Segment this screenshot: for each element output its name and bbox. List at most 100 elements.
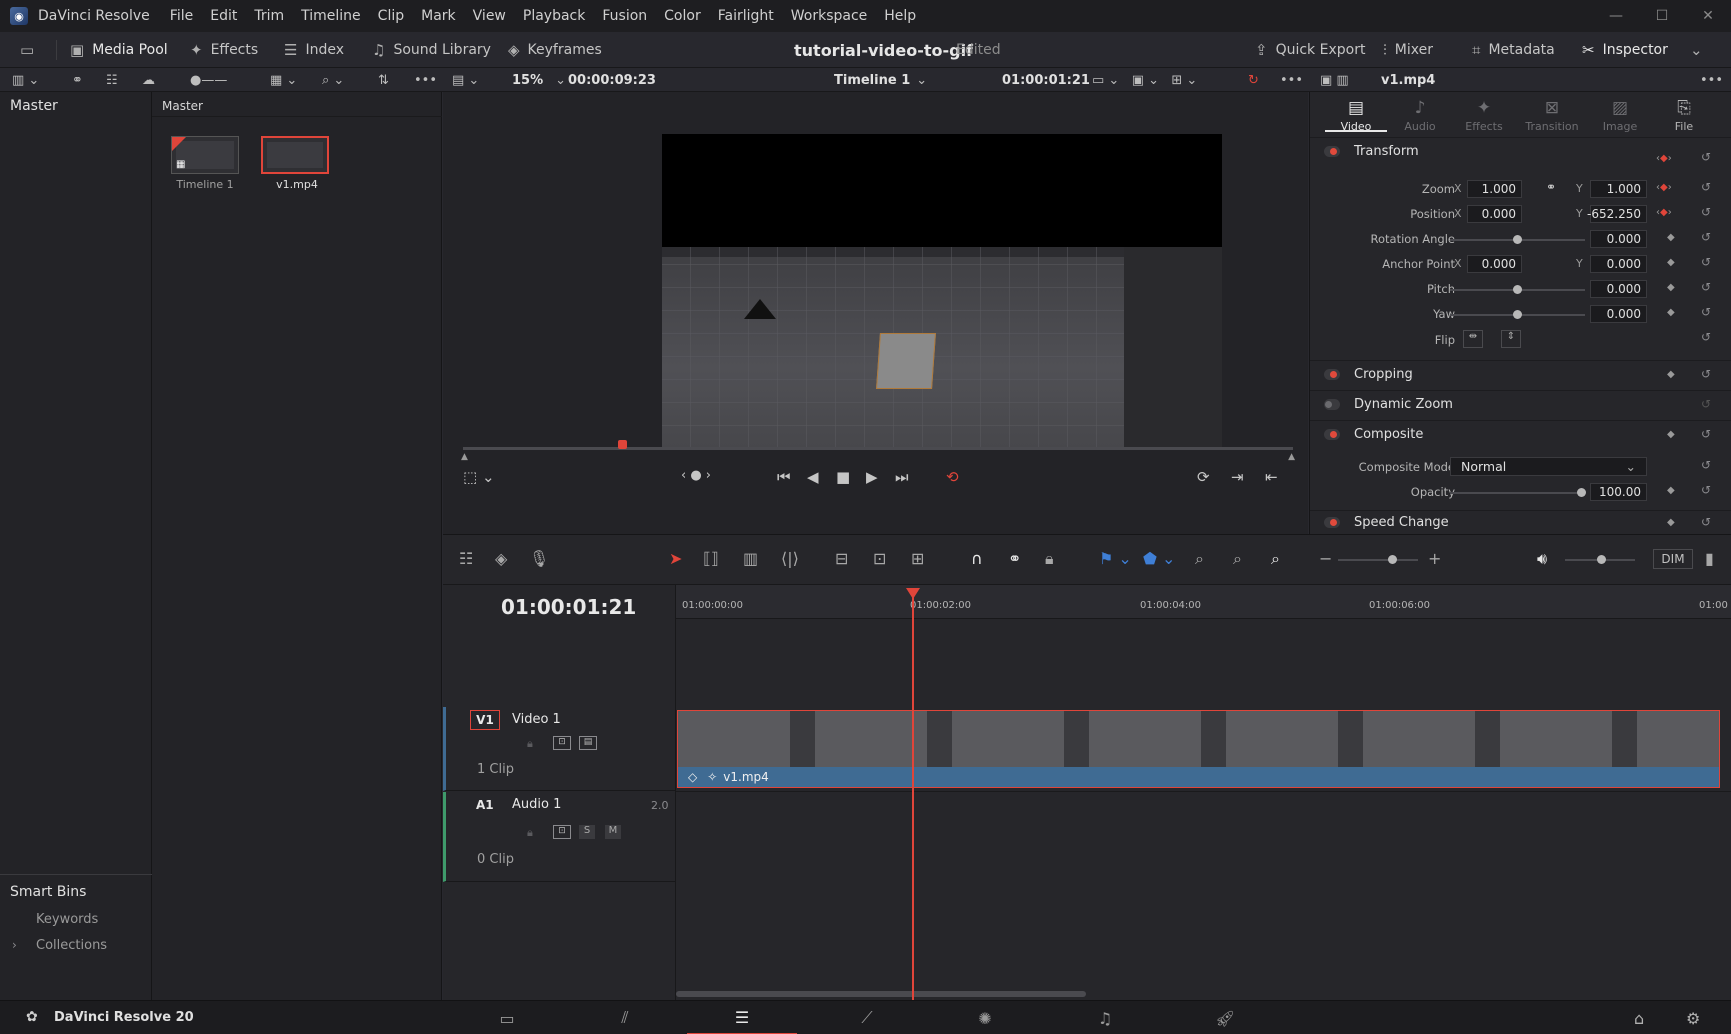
mixer-button[interactable]: ⫶ Mixer [1383,32,1433,68]
zoom-x-field[interactable]: 1.000 [1467,180,1522,198]
link-button[interactable]: ⚭ [72,68,83,92]
dynamic-trim-button[interactable]: ▥ [743,549,758,568]
zoom-custom-button[interactable]: ⌕ [1271,549,1280,569]
track-visibility-icon[interactable]: ▤ [579,736,597,750]
page-edit-button[interactable]: ☰ [687,1001,797,1034]
tab-file[interactable]: ⎘ File [1653,92,1715,133]
page-cut-button[interactable]: ⫽ [570,1001,680,1034]
replace-clip-button[interactable]: ⊞ [911,549,924,568]
auto-select-icon[interactable]: ⊡ [553,825,571,839]
bin-master[interactable]: Master [10,98,58,114]
timeline-selector[interactable]: Timeline 1 ⌄ [834,68,927,92]
track-lock-icon[interactable]: 🔒︎ [527,737,533,751]
metadata-button[interactable]: ⌗ Metadata [1472,32,1555,68]
minimize-icon[interactable]: — [1593,8,1639,24]
reset-icon[interactable]: ↺ [1701,230,1711,244]
menu-trim[interactable]: Trim [254,8,284,24]
timeline-clip[interactable]: ◇ ✧ v1.mp4 [677,710,1720,788]
tab-audio[interactable]: ♪ Audio [1389,92,1451,133]
overwrite-clip-button[interactable]: ⊡ [873,549,886,568]
reset-icon[interactable]: ↺ [1701,180,1711,194]
scrub-playhead[interactable] [618,440,627,449]
menu-fusion[interactable]: Fusion [602,8,647,24]
chevron-right-icon[interactable]: › [12,938,17,952]
keyframe-icon[interactable]: ◆ [1667,307,1675,318]
zoom-dropdown[interactable]: 15% ⌄ [512,68,566,92]
mute-button[interactable]: M [605,825,621,839]
reset-icon[interactable]: ↺ [1701,483,1711,497]
composite-enable-toggle[interactable] [1324,429,1340,440]
flag-button[interactable]: ⚑ ⌄ [1099,549,1132,568]
speed-change-enable-toggle[interactable] [1324,517,1340,528]
reset-icon[interactable]: ↺ [1701,458,1711,472]
more-options-button[interactable]: ••• [414,68,437,92]
dynamic-zoom-enable-toggle[interactable] [1324,399,1340,410]
zoom-in-button[interactable]: + [1428,549,1441,568]
solo-button[interactable]: S [579,825,595,839]
slider-knob[interactable] [1513,310,1522,319]
dim-button[interactable]: DIM [1653,549,1693,569]
cropping-enable-toggle[interactable] [1324,369,1340,380]
slider-knob[interactable] [1577,488,1586,497]
media-pool-button[interactable]: ▣ Media Pool [70,32,168,68]
safe-area-button[interactable]: ⬚ ⌄ [463,468,495,486]
effects-button[interactable]: ✦ Effects [190,32,258,68]
position-y-field[interactable]: -652.250 [1587,205,1647,223]
rotation-field[interactable]: 0.000 [1590,230,1647,248]
smart-bin-collections[interactable]: Collections [36,938,107,953]
keyframe-nav-icon[interactable]: ‹◆› [1656,207,1672,218]
clip-thumbnail[interactable] [261,136,329,174]
zoom-y-field[interactable]: 1.000 [1590,180,1647,198]
page-deliver-button[interactable]: 🚀︎ [1170,1001,1280,1034]
anchor-y-field[interactable]: 0.000 [1590,255,1647,273]
reset-icon[interactable]: ↺ [1701,367,1711,381]
keyframe-icon[interactable]: ◆ [1667,282,1675,293]
settings-gear-icon[interactable]: ⚙ [1686,1009,1700,1028]
out-point-icon[interactable]: ▲ [1288,452,1295,462]
thumbnail-size-slider[interactable]: ●—— [190,68,227,92]
reset-icon[interactable]: ↺ [1701,515,1711,529]
composite-mode-select[interactable]: Normal ⌄ [1450,457,1647,476]
go-to-start-button[interactable]: ⏮ [777,468,791,486]
timeline-zoom-slider[interactable] [1338,555,1418,564]
reset-icon[interactable]: ↺ [1701,330,1711,344]
volume-slider[interactable] [1565,555,1635,564]
menu-fairlight[interactable]: Fairlight [718,8,774,24]
prev-edit-button[interactable]: ⇤ [1265,468,1278,486]
transform-enable-toggle[interactable] [1324,146,1340,157]
menu-timeline[interactable]: Timeline [301,8,361,24]
play-button[interactable]: ▶ [866,468,878,486]
timeline-horizontal-scrollbar[interactable] [676,991,1086,997]
keyframe-nav-icon[interactable]: ‹◆› [1656,182,1672,193]
voiceover-button[interactable]: 🎙 [529,549,549,568]
layout-toggle[interactable]: ▥ ⌄ [12,68,39,92]
tab-effects[interactable]: ✦ Effects [1453,92,1515,133]
menu-edit[interactable]: Edit [210,8,237,24]
keyframe-icon[interactable]: ◆ [1667,485,1675,496]
cloud-button[interactable]: ☁ [142,68,155,92]
track-lock-icon[interactable]: 🔒︎ [527,826,533,840]
viewer-scrub-bar[interactable]: ▲ ▲ [461,440,1295,462]
inspector-button[interactable]: ✂ Inspector [1582,32,1668,68]
keyframes-button[interactable]: ◈ Keyframes [508,32,602,68]
menu-color[interactable]: Color [664,8,701,24]
comment-button[interactable]: ☷ [106,68,118,92]
menu-clip[interactable]: Clip [378,8,404,24]
reset-icon[interactable]: ↺ [1701,397,1711,411]
page-fairlight-button[interactable]: ♫ [1050,1001,1160,1034]
search-button[interactable]: ⌕ ⌄ [322,68,344,92]
loop-playback-button[interactable]: ⟲ [946,468,959,486]
keyframe-icon[interactable]: ◆ [1667,232,1675,243]
tab-transition[interactable]: ⊠ Transition [1517,92,1587,133]
sort-button[interactable]: ⇅ [378,68,389,92]
menu-workspace[interactable]: Workspace [791,8,868,24]
pitch-field[interactable]: 0.000 [1590,280,1647,298]
keyframe-icon[interactable]: ◆ [1667,369,1675,380]
snapping-button[interactable]: ∩ [971,549,983,568]
position-x-field[interactable]: 0.000 [1467,205,1522,223]
audio-track-header[interactable]: A1 Audio 1 2.0 🔒︎ ⊡ S M 0 Clip [443,792,675,882]
effects-overlay-button[interactable]: ◈ [495,549,507,568]
page-fusion-button[interactable]: ⟋ [812,1001,922,1034]
dynamic-zoom-section-header[interactable]: Dynamic Zoom [1310,390,1731,418]
viewer-options[interactable]: ▭ ⌄ ▣ ⌄ ⊞ ⌄ [1092,68,1197,92]
